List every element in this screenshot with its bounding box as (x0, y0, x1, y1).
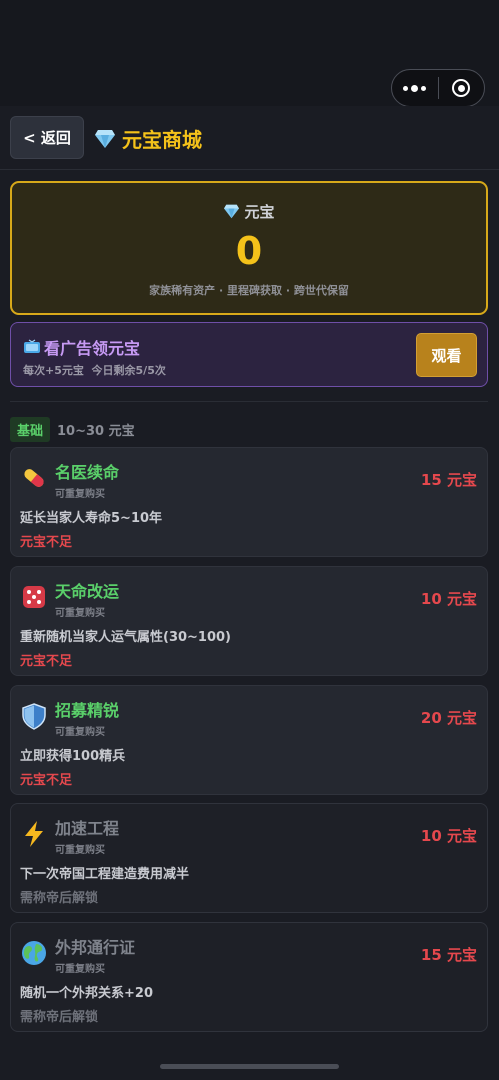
item-name: 名医续命 (55, 463, 120, 482)
item-status: 需称帝后解锁 (20, 891, 99, 906)
divider (10, 401, 488, 402)
back-button[interactable]: < 返回 (10, 116, 84, 159)
shield-icon (22, 703, 46, 730)
item-description: 随机一个外邦关系+20 (20, 986, 153, 1001)
shop-item-card[interactable]: 招募精锐 可重复购买 20 元宝 立即获得100精兵 元宝不足 (10, 685, 488, 795)
pill-icon (24, 469, 44, 487)
item-repeat-label: 可重复购买 (55, 489, 105, 500)
item-price: 15 元宝 (420, 946, 477, 964)
tv-icon (24, 339, 40, 353)
item-description: 延长当家人寿命5~10年 (20, 511, 163, 526)
item-name: 天命改运 (55, 582, 120, 601)
globe-icon (22, 941, 46, 965)
shop-item-card[interactable]: 加速工程 可重复购买 10 元宝 下一次帝国工程建造费用减半 需称帝后解锁 (10, 803, 488, 913)
item-name: 加速工程 (55, 819, 120, 838)
item-description: 下一次帝国工程建造费用减半 (20, 867, 190, 882)
header: < 返回 元宝商城 (0, 106, 499, 170)
item-repeat-label: 可重复购买 (55, 845, 105, 856)
item-repeat-label: 可重复购买 (55, 727, 105, 738)
item-status: 元宝不足 (20, 535, 73, 550)
page-title-text: 元宝商城 (122, 128, 202, 152)
dice-icon (23, 586, 45, 608)
balance-description: 家族稀有资产 · 里程碑获取 · 跨世代保留 (149, 284, 349, 297)
ad-subtitle: 每次+5元宝 今日剩余5/5次 (23, 364, 166, 377)
balance-card: 元宝 0 家族稀有资产 · 里程碑获取 · 跨世代保留 (10, 181, 488, 315)
watch-ad-card: 看广告领元宝 每次+5元宝 今日剩余5/5次 观看 (10, 322, 488, 387)
diamond-icon (95, 129, 115, 148)
item-price: 10 元宝 (420, 827, 477, 845)
tier-range: 10~30 元宝 (57, 424, 135, 439)
shop-item-card[interactable]: 天命改运 可重复购买 10 元宝 重新随机当家人运气属性(30~100) 元宝不… (10, 566, 488, 676)
item-repeat-label: 可重复购买 (55, 608, 105, 619)
item-price: 10 元宝 (420, 590, 477, 608)
balance-value: 0 (235, 229, 263, 273)
ad-title: 看广告领元宝 (23, 335, 140, 359)
item-price: 15 元宝 (420, 471, 477, 489)
lightning-icon (25, 821, 43, 847)
item-description: 立即获得100精兵 (20, 749, 126, 764)
item-name: 外邦通行证 (55, 938, 136, 957)
item-status: 元宝不足 (20, 773, 73, 788)
item-status: 需称帝后解锁 (20, 1010, 99, 1025)
item-name: 招募精锐 (55, 701, 120, 720)
shop-item-card[interactable]: 外邦通行证 可重复购买 15 元宝 随机一个外邦关系+20 需称帝后解锁 (10, 922, 488, 1032)
balance-label-text: 元宝 (244, 203, 275, 221)
ad-title-text: 看广告领元宝 (44, 339, 141, 358)
page-title: 元宝商城 (94, 124, 202, 153)
item-price: 20 元宝 (420, 709, 477, 727)
home-indicator (160, 1064, 339, 1069)
more-icon[interactable] (392, 84, 438, 92)
item-status: 元宝不足 (20, 654, 73, 669)
balance-label: 元宝 (12, 201, 486, 222)
item-description: 重新随机当家人运气属性(30~100) (20, 630, 232, 645)
tier-section-header: 基础 10~30 元宝 (10, 417, 135, 442)
app-container: < 返回 元宝商城 元宝 0 家族稀有资产 · 里程碑获取 · 跨世代保留 看广… (0, 106, 499, 1080)
close-miniprogram-icon[interactable] (438, 79, 484, 97)
watch-ad-button[interactable]: 观看 (416, 333, 477, 377)
item-repeat-label: 可重复购买 (55, 964, 105, 975)
shop-item-card[interactable]: 名医续命 可重复购买 15 元宝 延长当家人寿命5~10年 元宝不足 (10, 447, 488, 557)
mini-program-capsule (391, 69, 485, 107)
diamond-icon (224, 204, 240, 219)
tier-badge: 基础 (10, 417, 51, 442)
